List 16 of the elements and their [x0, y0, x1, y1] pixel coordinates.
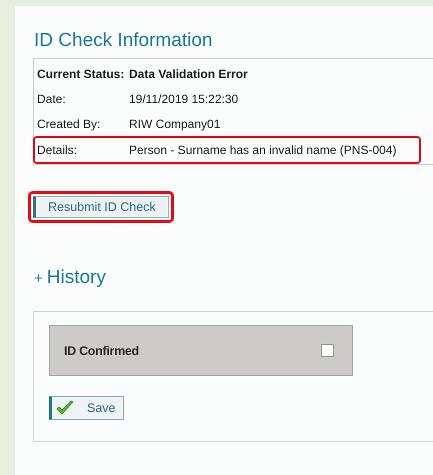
field-value: Person - Surname has an invalid name (PNS-004) [129, 143, 396, 157]
field-label: Created By: [37, 116, 102, 130]
checkbox[interactable] [321, 344, 334, 357]
resubmit-button[interactable]: Resubmit ID Check [33, 196, 169, 218]
field-value: RIW Company01 [129, 116, 220, 130]
field-label: Current Status: [37, 66, 126, 80]
section-title: ID Check Information [34, 30, 212, 52]
expand-toggle[interactable]: + [34, 270, 43, 287]
section-title[interactable]: History [46, 267, 106, 289]
save-button[interactable]: Save [49, 396, 124, 420]
checkmark-icon [55, 400, 75, 416]
field-value: Data Validation Error [129, 66, 248, 80]
field-value: 19/11/2019 15:22:30 [129, 92, 238, 106]
field-label: Details: [37, 143, 78, 157]
field-label: ID Confirmed [64, 344, 139, 358]
field-label: Date: [37, 92, 67, 106]
